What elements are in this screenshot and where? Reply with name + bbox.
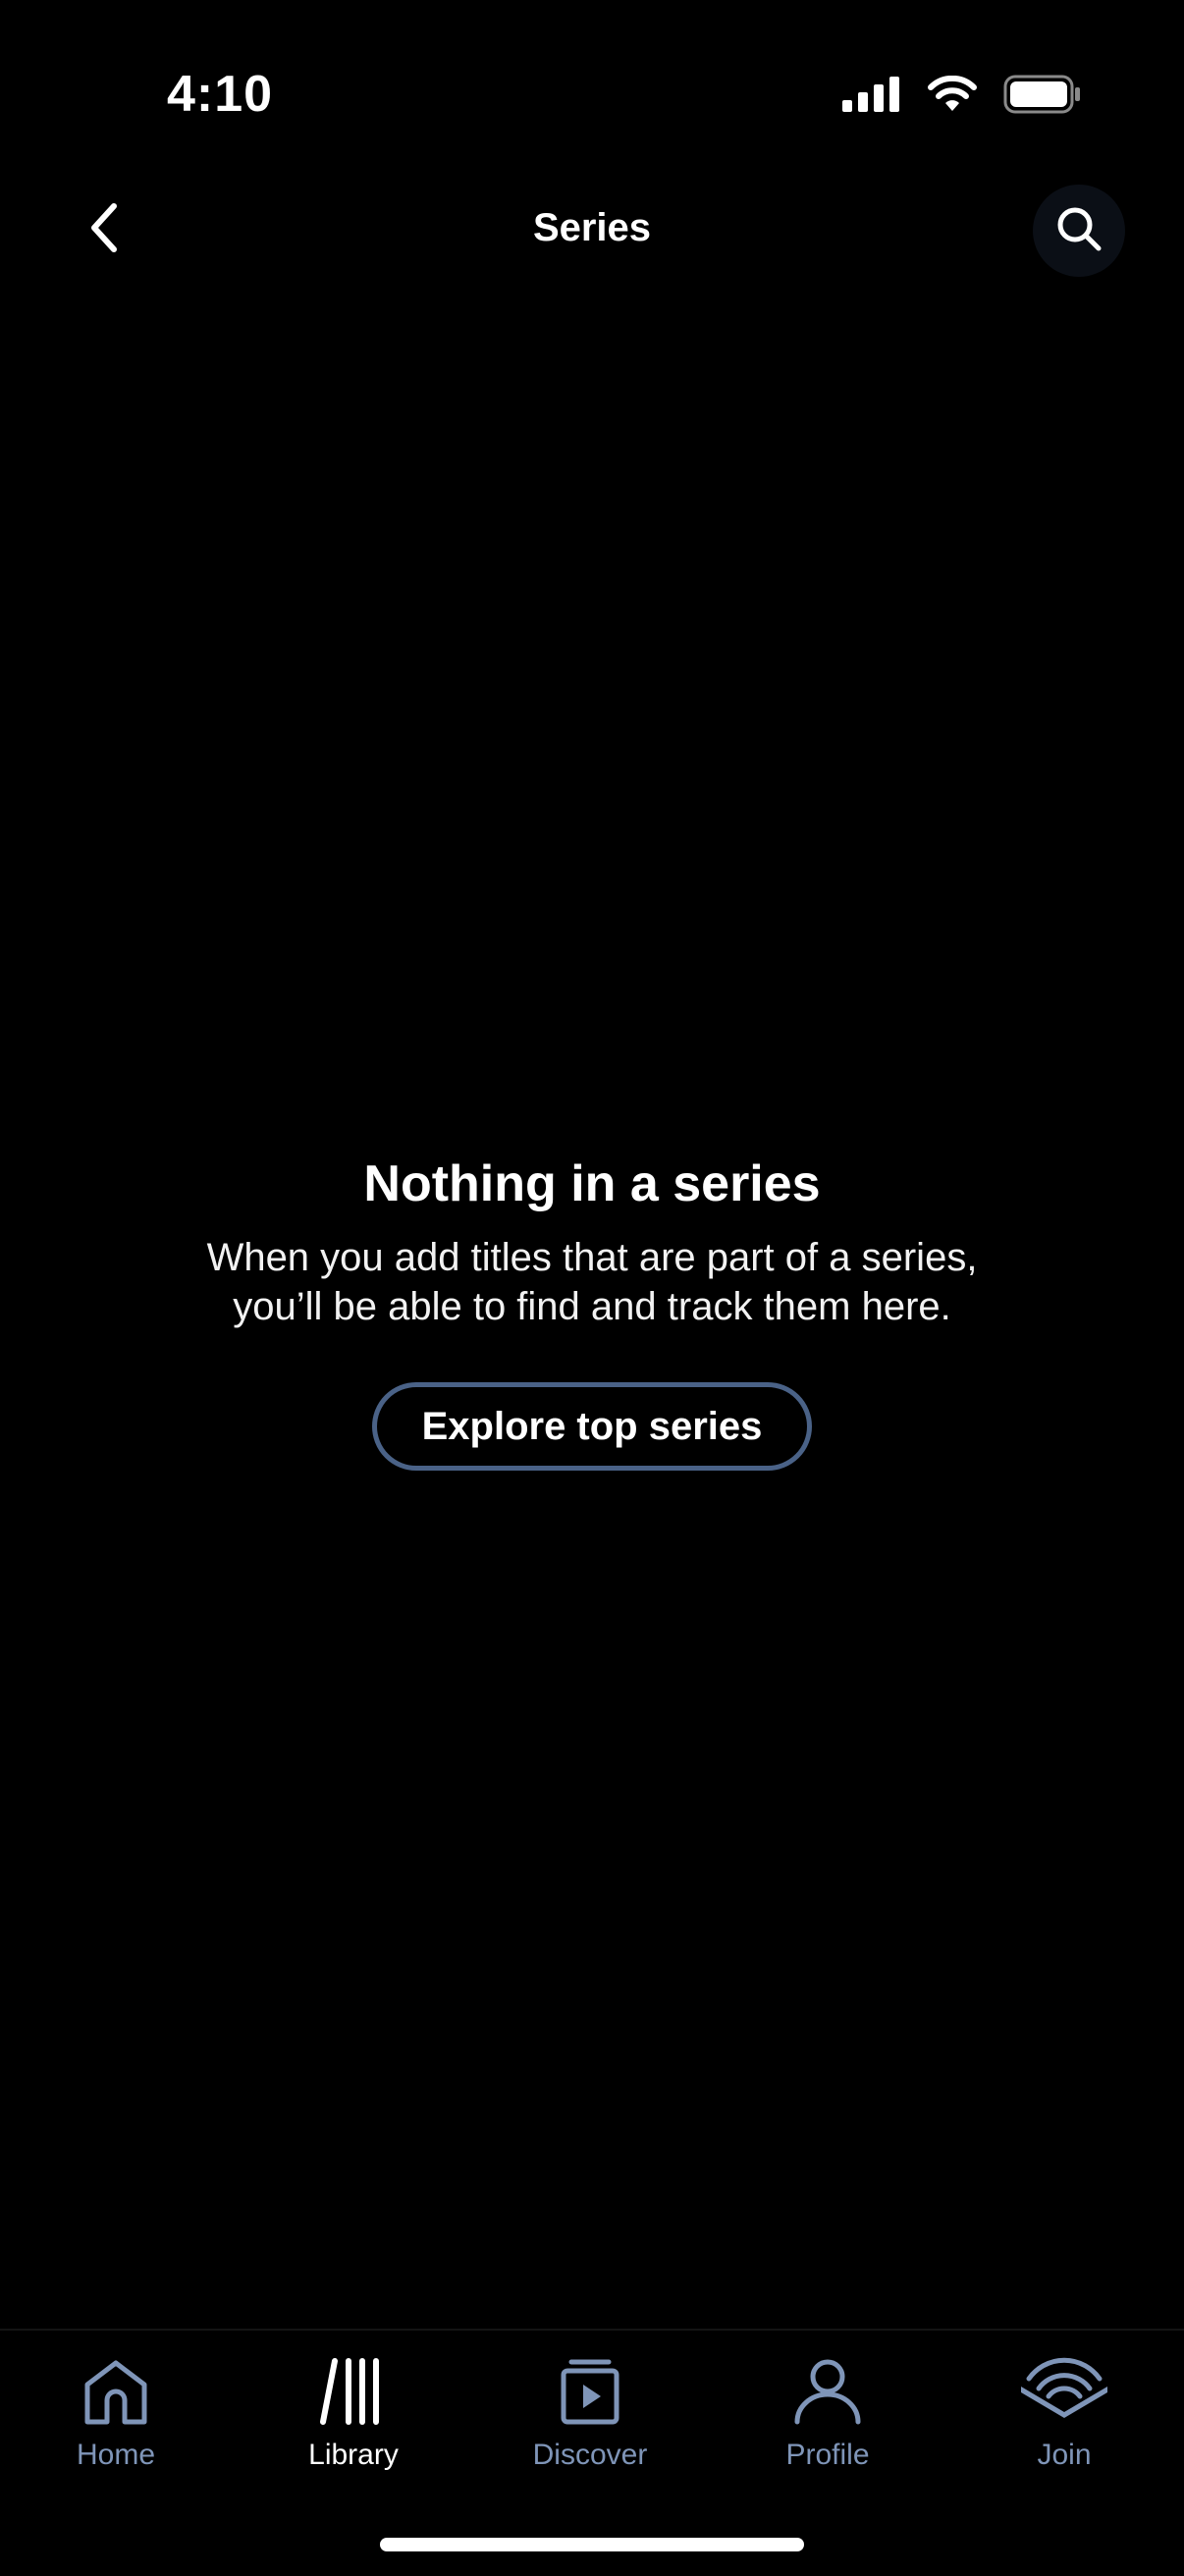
status-icons (842, 75, 1082, 119)
search-button[interactable] (1033, 185, 1125, 277)
header: Series (0, 177, 1184, 295)
search-icon (1053, 203, 1104, 259)
tab-join[interactable]: Join (966, 2352, 1162, 2499)
tab-home[interactable]: Home (18, 2352, 214, 2499)
wifi-icon (927, 75, 978, 118)
tab-profile-label: Profile (785, 2439, 870, 2471)
empty-state-description: When you add titles that are part of a s… (0, 1233, 1184, 1331)
profile-icon (779, 2352, 877, 2431)
tab-discover[interactable]: Discover (492, 2352, 688, 2499)
status-time: 4:10 (167, 66, 274, 123)
tab-library-label: Library (308, 2439, 399, 2471)
home-indicator[interactable] (380, 2538, 804, 2551)
explore-top-series-button[interactable]: Explore top series (372, 1382, 812, 1471)
status-bar: 4:10 (0, 0, 1184, 187)
tab-home-label: Home (76, 2439, 156, 2471)
join-icon (1015, 2352, 1113, 2431)
battery-icon (1003, 75, 1082, 119)
library-icon (304, 2352, 403, 2431)
empty-state-title: Nothing in a series (363, 1155, 821, 1212)
tab-library[interactable]: Library (255, 2352, 452, 2499)
empty-state-description-line-1: When you add titles that are part of a s… (206, 1236, 978, 1279)
empty-state: Nothing in a series When you add titles … (0, 1149, 1184, 1471)
home-icon (67, 2352, 165, 2431)
tab-profile[interactable]: Profile (729, 2352, 926, 2499)
tab-join-label: Join (1037, 2439, 1092, 2471)
page-title: Series (532, 206, 652, 249)
empty-state-description-line-2: you’ll be able to find and track them he… (233, 1285, 951, 1328)
cellular-signal-icon (842, 77, 901, 117)
discover-icon (541, 2352, 639, 2431)
tab-discover-label: Discover (532, 2439, 648, 2471)
